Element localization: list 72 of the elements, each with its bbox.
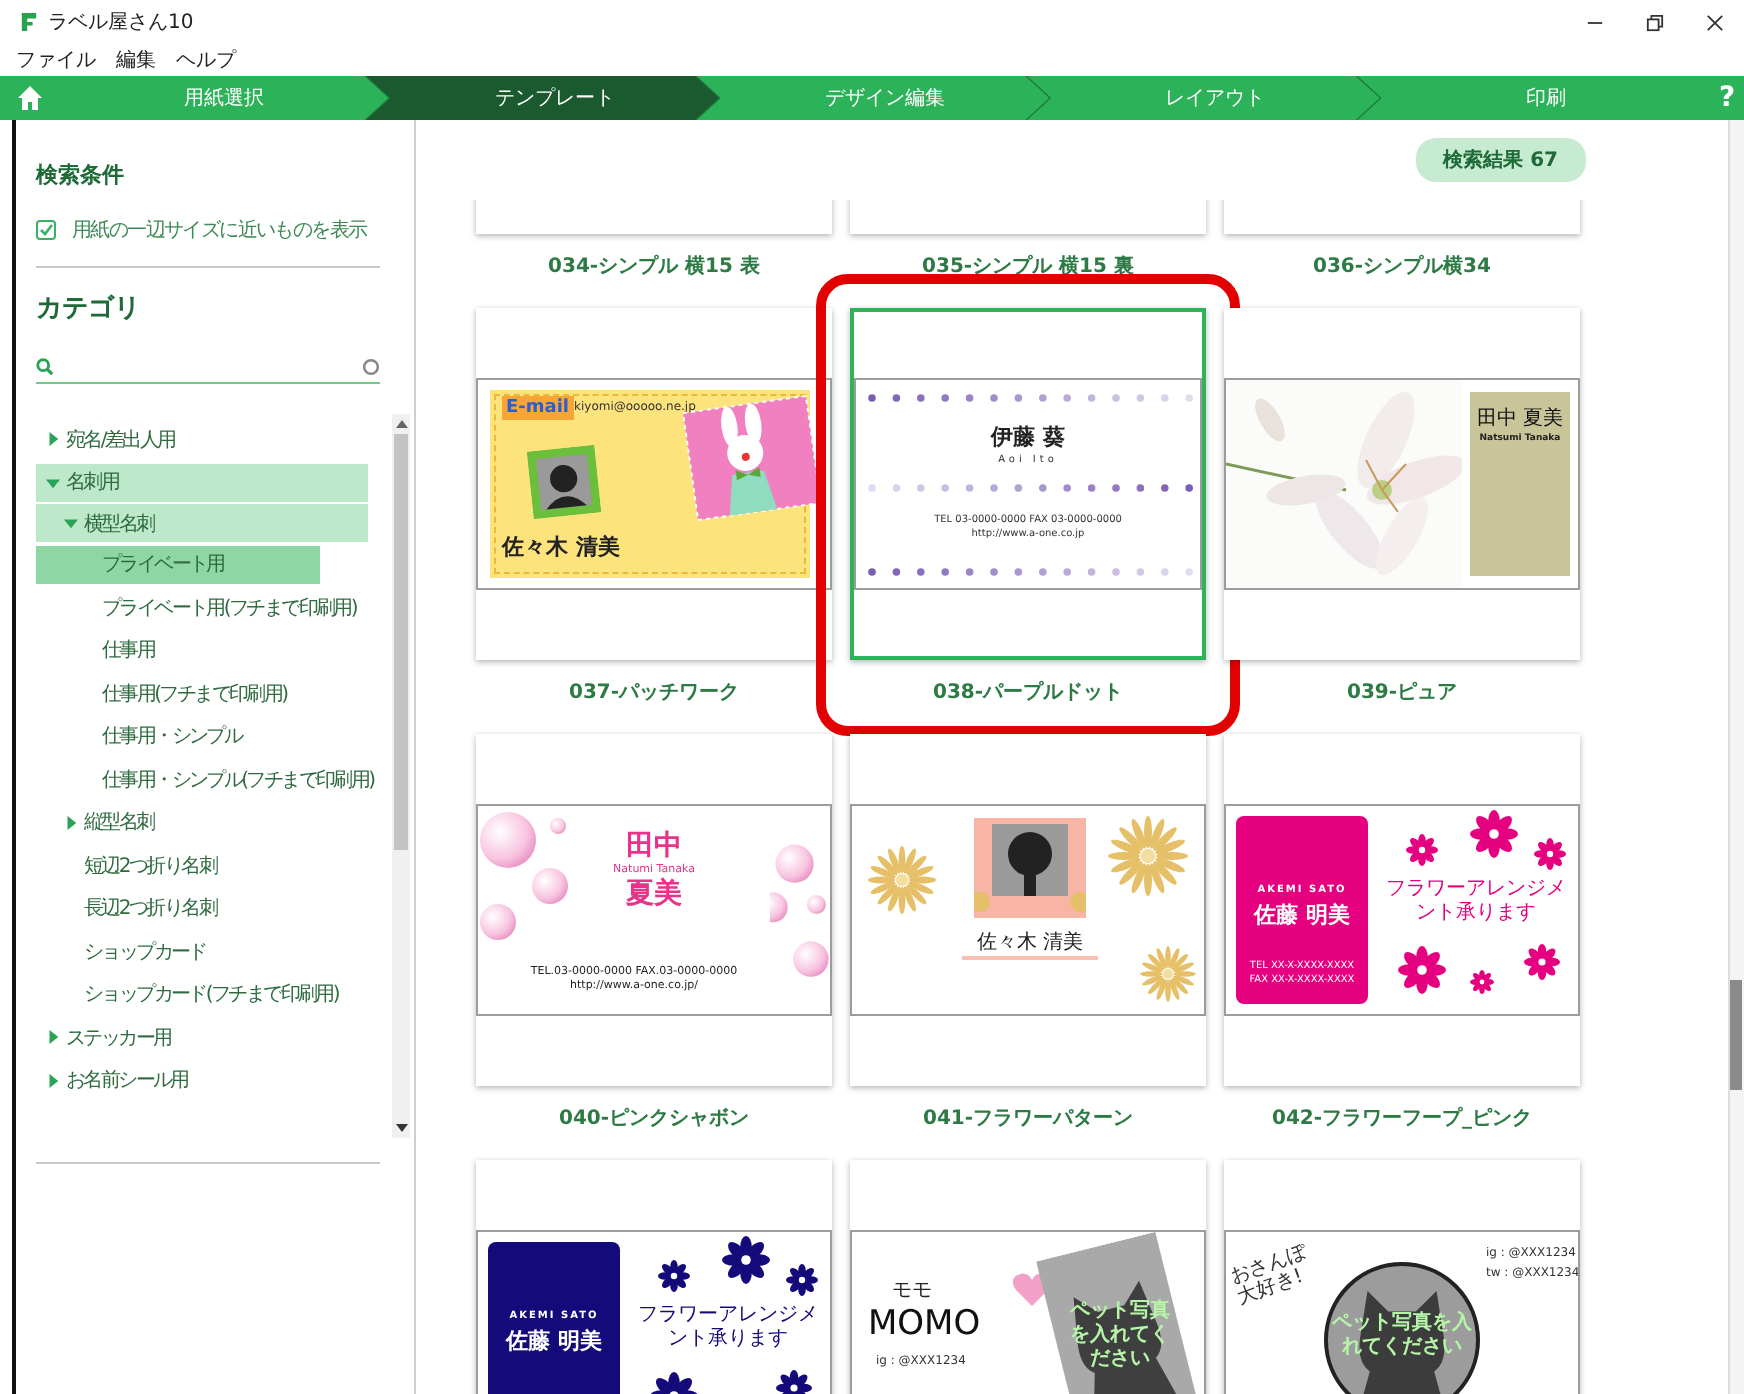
email-label: E-mail bbox=[502, 396, 574, 421]
tree-item[interactable]: 仕事用(フチまで印刷用) bbox=[36, 672, 392, 715]
menu-item[interactable]: ヘルプ bbox=[176, 46, 236, 74]
name-text: 伊藤 葵 bbox=[988, 426, 1067, 452]
sunflower-icon bbox=[1140, 946, 1196, 1002]
slogan-text: おさんぽ大好き! bbox=[1227, 1239, 1312, 1310]
tree-item[interactable]: 名刺用 bbox=[36, 463, 368, 501]
caret-right-icon[interactable] bbox=[46, 432, 60, 447]
template-name: 035-シンプル 横15 裏 bbox=[922, 256, 1134, 278]
scroll-up-icon[interactable] bbox=[395, 420, 407, 428]
close-icon[interactable] bbox=[1705, 13, 1723, 31]
template-card[interactable]: 佐々木 清美 bbox=[850, 734, 1206, 1086]
given-name-text: 夏美 bbox=[624, 878, 684, 911]
window-title: ラベル屋さん10 bbox=[48, 10, 194, 36]
scrollbar[interactable] bbox=[392, 414, 410, 1138]
tree-item[interactable]: 仕事用・シンプル bbox=[36, 715, 392, 758]
caret-down-icon[interactable] bbox=[64, 516, 78, 530]
tree-item[interactable]: 宛名/差出人用 bbox=[36, 418, 392, 461]
app-icon bbox=[20, 12, 38, 32]
template-name: 042-フラワーフープ_ピンク bbox=[1271, 1108, 1533, 1130]
tree-item[interactable]: お名前シール用 bbox=[36, 1059, 392, 1102]
photo-frame-drawing bbox=[974, 818, 1086, 918]
sunflower-icon bbox=[1108, 816, 1188, 896]
template-name: 038-パープルドット bbox=[932, 682, 1124, 704]
surname-text: 田中 bbox=[624, 830, 684, 863]
name-text: 佐々木 清美 bbox=[962, 932, 1098, 959]
tree-item[interactable]: 長辺2つ折り名刺 bbox=[36, 887, 392, 930]
photo-placeholder-drawing bbox=[526, 444, 602, 520]
template-name: 039-ピュア bbox=[1346, 682, 1458, 704]
tree-item[interactable]: 仕事用・シンプル(フチまで印刷用) bbox=[36, 758, 392, 801]
kana-text: モモ bbox=[892, 1280, 932, 1303]
tree-item[interactable]: プライベート用 bbox=[36, 545, 320, 583]
scroll-down-icon[interactable] bbox=[395, 1124, 407, 1132]
tree-item[interactable]: 縦型名刺 bbox=[36, 801, 392, 844]
name-text: 佐藤 明美 bbox=[1251, 904, 1352, 930]
template-name: 036-シンプル横34 bbox=[1313, 256, 1491, 278]
template-name: 040-ピンクシャボン bbox=[558, 1108, 750, 1130]
clear-icon[interactable] bbox=[362, 357, 380, 375]
tree-item[interactable]: ステッカー用 bbox=[36, 1016, 392, 1059]
caret-right-icon[interactable] bbox=[46, 1030, 60, 1045]
tree-item[interactable]: 横型名刺 bbox=[36, 504, 368, 542]
section-heading: カテゴリ bbox=[36, 292, 142, 326]
name-text: 佐藤 明美 bbox=[503, 1330, 604, 1356]
result-count-badge: 検索結果 67 bbox=[1415, 138, 1586, 182]
name-text: MOMO bbox=[868, 1306, 981, 1346]
template-name: 034-シンプル 横15 表 bbox=[548, 256, 760, 278]
scrollbar[interactable] bbox=[1728, 120, 1744, 1394]
name-text: 佐々木 清美 bbox=[502, 536, 620, 562]
home-icon[interactable] bbox=[18, 86, 42, 110]
caption-text: フラワーアレンジメント承ります bbox=[1384, 878, 1568, 926]
checkbox[interactable] bbox=[36, 220, 56, 240]
step-tab[interactable]: テンプレート bbox=[366, 76, 719, 120]
caption-text: フラワーアレンジメント承ります bbox=[636, 1304, 820, 1352]
caret-right-icon[interactable] bbox=[46, 1073, 60, 1088]
caret-down-icon[interactable] bbox=[46, 475, 60, 489]
caret-right-icon[interactable] bbox=[64, 815, 78, 830]
tree-item[interactable]: プライベート用(フチまで印刷用) bbox=[36, 586, 392, 629]
template-name: 041-フラワーパターン bbox=[922, 1108, 1134, 1130]
home-button[interactable] bbox=[0, 76, 60, 120]
name-text: 田中 夏美 bbox=[1474, 408, 1566, 431]
tree-item[interactable]: ショップカード(フチまで印刷用) bbox=[36, 973, 392, 1016]
template-name: 037-パッチワーク bbox=[568, 682, 740, 704]
tree-item[interactable]: ショップカード bbox=[36, 930, 392, 973]
menu-item[interactable]: ファイル bbox=[16, 46, 96, 74]
restore-icon[interactable] bbox=[1645, 13, 1663, 31]
tree-item[interactable]: 仕事用 bbox=[36, 629, 392, 672]
section-heading: 検索条件 bbox=[36, 160, 126, 190]
tree-item[interactable]: 短辺2つ折り名刺 bbox=[36, 844, 392, 887]
checkbox-label[interactable]: 用紙の一辺サイズに近いものを表示 bbox=[72, 216, 367, 244]
search-icon bbox=[36, 357, 54, 375]
sunflower-icon bbox=[868, 846, 936, 914]
menu-item[interactable]: 編集 bbox=[116, 46, 156, 74]
